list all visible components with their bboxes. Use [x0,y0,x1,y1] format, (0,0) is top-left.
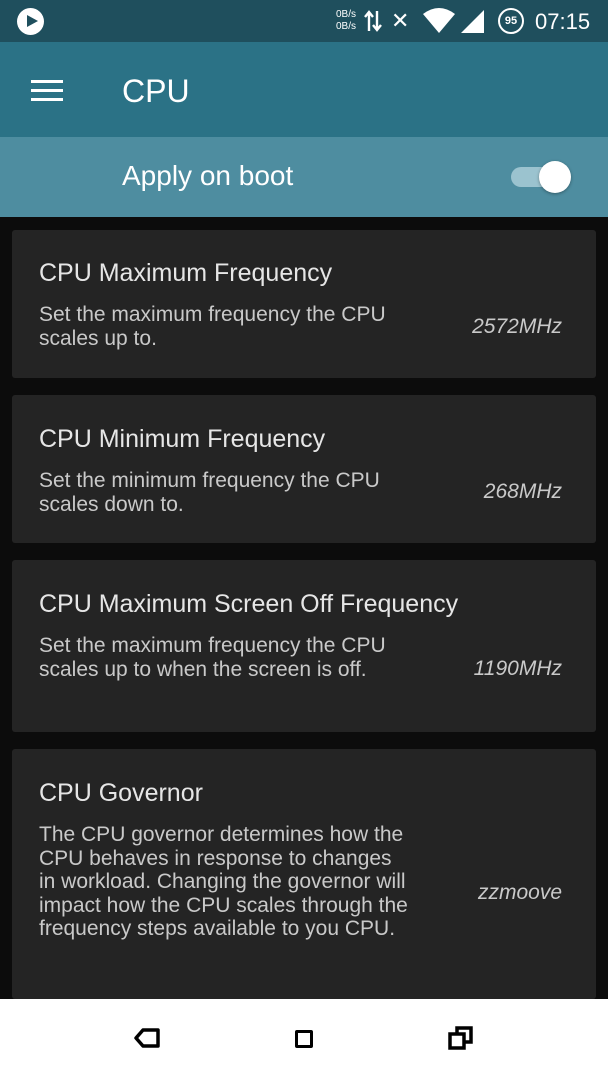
card-title: CPU Minimum Frequency [39,425,326,453]
back-icon[interactable] [134,1027,160,1049]
card-cpu-min-frequency[interactable]: CPU Minimum Frequency Set the minimum fr… [12,395,596,543]
recent-apps-icon[interactable] [448,1025,474,1051]
card-title: CPU Maximum Screen Off Frequency [39,590,459,618]
wifi-icon [423,8,455,33]
page-title: CPU [122,73,190,109]
app-bar: CPU [0,42,608,137]
card-cpu-max-frequency[interactable]: CPU Maximum Frequency Set the maximum fr… [12,230,596,378]
battery-icon: 95 [498,8,524,34]
apply-on-boot-label: Apply on boot [122,160,294,191]
card-value: 268MHz [483,480,562,503]
card-description: The CPU governor determines how the CPU … [39,823,408,940]
settings-list: CPU Maximum Frequency Set the maximum fr… [0,217,608,999]
clock: 07:15 [535,9,591,34]
apply-on-boot-row[interactable]: Apply on boot [0,137,608,217]
card-value: 1190MHz [473,657,562,680]
network-speed: 0B/s 0B/s [336,9,356,33]
arrows-icon [364,10,382,32]
card-description: Set the maximum frequency the CPU scales… [39,634,386,681]
card-description: Set the minimum frequency the CPU scales… [39,469,380,516]
navigation-bar [0,999,608,1080]
card-cpu-governor[interactable]: CPU Governor The CPU governor determines… [12,749,596,999]
apply-on-boot-toggle[interactable] [509,159,575,195]
card-cpu-screen-off-frequency[interactable]: CPU Maximum Screen Off Frequency Set the… [12,560,596,732]
card-description: Set the maximum frequency the CPU scales… [39,303,386,350]
card-title: CPU Maximum Frequency [39,259,333,287]
card-value: 2572MHz [472,315,562,338]
play-icon [17,8,44,35]
card-title: CPU Governor [39,779,203,807]
toggle-thumb [539,161,571,193]
signal-icon [461,10,484,33]
net-upload-speed: 0B/s [336,9,357,20]
battery-level: 95 [504,15,518,27]
x-icon: ✕ [391,8,410,33]
net-download-speed: 0B/s [336,21,357,32]
status-bar: 0B/s 0B/s ✕ 95 07:15 [0,0,608,42]
home-icon[interactable] [295,1030,313,1048]
card-value: zzmoove [477,881,562,904]
menu-icon[interactable] [31,80,63,102]
